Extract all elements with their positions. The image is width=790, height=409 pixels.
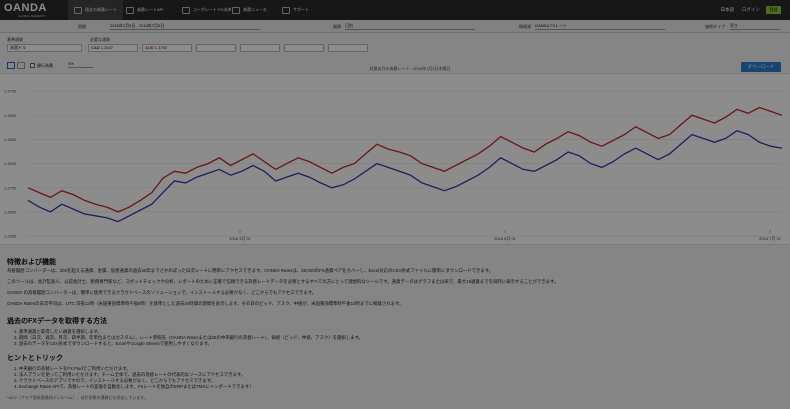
bank-rate-checkbox[interactable]	[30, 63, 35, 68]
currency-rate: 1.3750	[154, 45, 168, 50]
filter-bar: 期間 2016年1月3日 - 2016年7月3日 間隔 日別 情報源 OANDA…	[0, 20, 790, 33]
y-tick-label: 1.2500	[4, 209, 17, 214]
x-tick-label: 2016 3月 01	[229, 236, 252, 241]
download-button[interactable]: ダウンロード	[741, 62, 781, 72]
oanda-logo[interactable]: OANDA GLOBAL MARKETS	[4, 2, 62, 18]
currency-code: CAD	[91, 45, 100, 50]
table-icon[interactable]	[17, 62, 25, 69]
nav-support[interactable]: サポート	[276, 0, 315, 20]
series-line-1	[27, 129, 783, 223]
footnote: *AED（アラブ首長国連邦ディルハム）、ほか多数の通貨にも対応しています。	[7, 395, 148, 400]
currency-slot-empty[interactable]	[196, 44, 236, 52]
period-select[interactable]: 2016年1月3日 - 2016年7月3日	[110, 23, 260, 30]
features-paragraph-1: 為替履歴コンバーターは、200を超える通貨、金属、仮想通貨の過去25年までさかの…	[7, 268, 494, 273]
x-tick-label: 2016 5月 01	[494, 236, 517, 241]
currency-rate: 1.3437	[100, 45, 114, 50]
period-label: 期間	[78, 24, 86, 29]
price-type-select[interactable]: 売り	[730, 23, 780, 30]
features-paragraph-4: OANDA Ratesの日次平均は、UTC 深夜12時（米国東部標準時午後8時）…	[7, 301, 404, 306]
logo-text: OANDA	[4, 2, 47, 14]
currency-slot-empty[interactable]	[240, 44, 280, 52]
tip-item: 4. Exchange Rates APIで、為替レートの変換を自動化します。F…	[14, 384, 254, 389]
top-navbar: OANDA GLOBAL MARKETS 過去の為替レート 為替レートAPI コ…	[0, 0, 790, 20]
base-currency-value: 米国ドル	[10, 45, 26, 50]
currency-slot-empty[interactable]	[328, 44, 368, 52]
currency-slot-empty[interactable]	[284, 44, 324, 52]
nav-label: 為替レートAPI	[137, 7, 164, 12]
target-currency-label: 必要な通貨	[90, 37, 110, 42]
support-icon	[282, 6, 290, 14]
base-currency-label: 基準通貨	[7, 37, 23, 42]
source-label: 情報源	[519, 24, 531, 29]
y-tick-label: 1.3750	[4, 89, 17, 94]
series-line-0	[27, 106, 783, 213]
logo-subtitle: GLOBAL MARKETS	[18, 14, 46, 18]
nav-fx-news[interactable]: 為替ニュース	[226, 0, 273, 20]
features-heading: 特徴および機能	[7, 259, 56, 266]
page: OANDA GLOBAL MARKETS 過去の為替レート 為替レートAPI コ…	[0, 0, 790, 409]
features-paragraph-2: このツールは、会計監査人、公認会計士、税務専門家など、スポットチェックや分析、レ…	[7, 279, 559, 284]
y-tick-label: 1.2750	[4, 185, 17, 190]
rate-chart: 1.3750 1.3500 1.3250 1.3000 1.2750 1.2500 1.22…	[0, 73, 790, 245]
interval-label: 間隔	[333, 24, 341, 29]
nav-rates-api[interactable]: 為替レートAPI	[120, 0, 169, 20]
source-select[interactable]: OANDA FXレート	[535, 23, 665, 30]
nav-historical-rates[interactable]: 過去の為替レート	[68, 0, 123, 20]
language-selector[interactable]: 日本語	[721, 7, 735, 13]
nav-label: サポート	[293, 7, 309, 12]
corporate-icon	[182, 6, 190, 14]
percent-select[interactable]: 5%	[68, 61, 93, 68]
api-icon	[126, 6, 134, 14]
login-link[interactable]: ログイン	[742, 7, 760, 13]
line-chart-icon[interactable]	[7, 62, 15, 69]
features-paragraph-3: OANDA の為替履歴コンバーターは、簡単に使用できるクラウドベースのソリューシ…	[7, 290, 317, 295]
rate-chart-svg: 1.3750 1.3500 1.3250 1.3000 1.2750 1.2500 1.22…	[4, 89, 783, 241]
howto-step: 3. 過去のデータをCSV形式でダウンロードすると、ExcelやGoogle S…	[14, 341, 212, 346]
x-tick-label: 2016 7月 01	[759, 236, 782, 241]
history-icon	[74, 6, 82, 14]
news-icon	[232, 6, 240, 14]
y-tick-label: 1.3000	[4, 161, 17, 166]
howto-heading: 過去のFXデータを取得する方法	[7, 318, 107, 325]
bank-rate-label: 銀行為替	[37, 63, 53, 68]
price-type-label: 価格タイプ	[705, 24, 725, 29]
y-tick-label: 1.3500	[4, 113, 17, 118]
base-currency-input[interactable]: 米国ドル	[7, 44, 82, 52]
currency-code: AUD	[145, 45, 154, 50]
nav-label: 過去の為替レート	[85, 7, 117, 12]
chart-title: 対過去日の為替レート - 2016年1月3日木曜日	[369, 66, 451, 71]
currency-chip-aud[interactable]: AUD 1.3750	[142, 44, 192, 52]
y-tick-label: 1.3250	[4, 137, 17, 142]
currency-chip-cad[interactable]: CAD 1.3437	[88, 44, 138, 52]
tips-heading: ヒントとトリック	[7, 355, 63, 362]
register-button[interactable]: 登録	[766, 6, 781, 14]
interval-select[interactable]: 日別	[345, 23, 475, 30]
nav-label: 為替ニュース	[243, 7, 267, 12]
y-tick-label: 1.2250	[4, 234, 17, 239]
